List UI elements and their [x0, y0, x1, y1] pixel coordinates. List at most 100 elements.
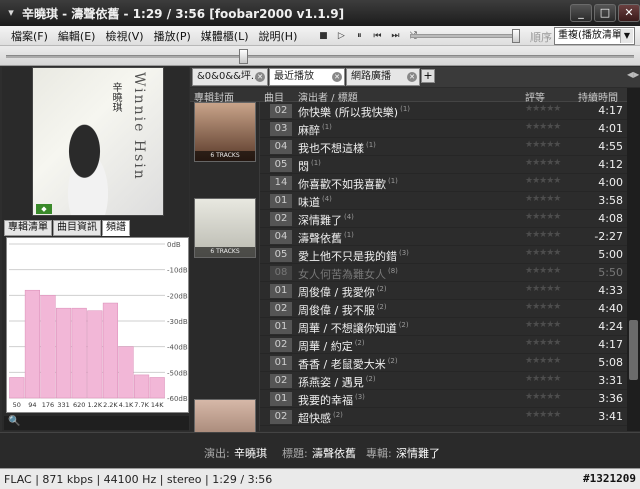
playlist-row[interactable]: 02 周華 / 約定 (2) ★★★★★ 4:17: [260, 336, 627, 354]
rating-stars[interactable]: ★★★★★: [525, 248, 561, 258]
menu-help[interactable]: 說明(H): [254, 28, 303, 44]
playback-order-dropdown[interactable]: 重複(播放清單) ▼: [554, 27, 635, 45]
rating-stars[interactable]: ★★★★★: [525, 230, 561, 240]
rating-stars[interactable]: ★★★★★: [525, 104, 561, 114]
playlist-row[interactable]: 14 你喜歡不如我喜歡 (1) ★★★★★ 4:00: [260, 174, 627, 192]
playlist-row[interactable]: 02 周俊偉 / 我不服 (2) ★★★★★ 4:40: [260, 300, 627, 318]
stop-icon[interactable]: ■: [316, 29, 330, 43]
y-tick-label: 0dB: [167, 241, 181, 249]
tab-playlist-1[interactable]: &0&0&&坪... ✕: [192, 68, 268, 86]
menu-file[interactable]: 檔案(F): [6, 28, 53, 44]
close-tab-icon[interactable]: ✕: [332, 72, 342, 82]
album-art-column: 6 TRACKS 6 TRACKS: [190, 102, 260, 459]
tab-track-info[interactable]: 曲目資訊: [53, 220, 101, 236]
rating-stars[interactable]: ★★★★★: [525, 194, 561, 204]
playlist-row[interactable]: 02 深情難了 (4) ★★★★★ 4:08: [260, 210, 627, 228]
pause-icon[interactable]: ⏸: [352, 29, 366, 43]
playlist-row[interactable]: 01 周俊偉 / 我愛你 (2) ★★★★★ 4:33: [260, 282, 627, 300]
playlist-row[interactable]: 04 我也不想這樣 (1) ★★★★★ 4:55: [260, 138, 627, 156]
playlist-row[interactable]: 05 悶 (1) ★★★★★ 4:12: [260, 156, 627, 174]
rating-stars[interactable]: ★★★★★: [525, 392, 561, 402]
track-number: 01: [270, 392, 292, 406]
vertical-scrollbar[interactable]: [627, 88, 640, 431]
track-title-text: 周華 / 不想讓你知道: [298, 322, 397, 335]
close-tab-icon[interactable]: ✕: [407, 72, 417, 82]
x-tick-label: 2.2K: [103, 401, 118, 409]
rating-stars[interactable]: ★★★★★: [525, 122, 561, 132]
maximize-button[interactable]: □: [594, 4, 616, 22]
close-button[interactable]: ✕: [618, 4, 640, 22]
scrollbar-thumb[interactable]: [629, 320, 638, 380]
window-title: 辛曉琪 - 濤聲依舊 - 1:29 / 3:56 [foobar2000 v1.…: [22, 6, 345, 21]
seekbar-knob[interactable]: [239, 49, 248, 64]
y-tick-label: -40dB: [167, 344, 188, 352]
next-icon[interactable]: ⏭: [388, 29, 402, 43]
playlist-row[interactable]: 05 愛上他不只是我的錯 (3) ★★★★★ 5:00: [260, 246, 627, 264]
add-playlist-button[interactable]: +: [421, 69, 435, 83]
rating-stars[interactable]: ★★★★★: [525, 320, 561, 330]
rating-stars[interactable]: ★★★★★: [525, 266, 561, 276]
minimize-button[interactable]: _: [570, 4, 592, 22]
spectrum-chart: 0dB -10dB -20dB -30dB -40dB -50dB -60dB 50 94 176…: [6, 237, 189, 413]
rating-stars[interactable]: ★★★★★: [525, 284, 561, 294]
menu-edit[interactable]: 編輯(E): [53, 28, 101, 44]
rating-stars[interactable]: ★★★★★: [525, 212, 561, 222]
playlist-row[interactable]: 01 香香 / 老鼠愛大米 (2) ★★★★★ 5:08: [260, 354, 627, 372]
track-title: 女人何苦為難女人 (8): [298, 266, 398, 282]
track-title: 味道 (4): [298, 194, 332, 210]
previous-icon[interactable]: ⏮: [370, 29, 384, 43]
app-menu-icon[interactable]: ▾: [4, 6, 18, 20]
spectrum-bar: [71, 307, 87, 399]
rating-stars[interactable]: ★★★★★: [525, 302, 561, 312]
rating-stars[interactable]: ★★★★★: [525, 176, 561, 186]
track-title-text: 周華 / 約定: [298, 340, 353, 353]
menu-playback[interactable]: 播放(P): [149, 28, 196, 44]
tab-recently-played[interactable]: 最近播放 ✕: [269, 68, 345, 86]
volume-slider[interactable]: [410, 34, 518, 38]
seekbar[interactable]: [6, 55, 634, 58]
track-title: 你喜歡不如我喜歡 (1): [298, 176, 398, 192]
playlist-row[interactable]: 02 孫燕姿 / 遇見 (2) ★★★★★ 3:31: [260, 372, 627, 390]
playlist-row[interactable]: 01 周華 / 不想讓你知道 (2) ★★★★★ 4:24: [260, 318, 627, 336]
rating-stars[interactable]: ★★★★★: [525, 374, 561, 384]
close-tab-icon[interactable]: ✕: [255, 72, 265, 82]
search-strip[interactable]: 🔍: [4, 416, 189, 430]
playlist-row[interactable]: 03 麻醉 (1) ★★★★★ 4:01: [260, 120, 627, 138]
menu-view[interactable]: 檢視(V): [100, 28, 148, 44]
tab-album-list[interactable]: 專輯清單: [4, 220, 52, 236]
track-title: 周華 / 不想讓你知道 (2): [298, 320, 409, 336]
rating-stars[interactable]: ★★★★★: [525, 410, 561, 420]
rating-stars[interactable]: ★★★★★: [525, 158, 561, 168]
album-art-thumb[interactable]: 6 TRACKS: [194, 102, 256, 162]
volume-knob[interactable]: [512, 29, 520, 43]
magnifier-icon[interactable]: 🔍: [8, 416, 20, 427]
playlist-row[interactable]: 02 超快感 (2) ★★★★★ 3:41: [260, 408, 627, 426]
track-number: 03: [270, 122, 292, 136]
playlist-row[interactable]: 01 味道 (4) ★★★★★ 3:58: [260, 192, 627, 210]
tab-scroll-icon[interactable]: ◀▶: [627, 70, 639, 79]
playlist-row[interactable]: 08 女人何苦為難女人 (8) ★★★★★ 5:50: [260, 264, 627, 282]
spectrum-bar: [118, 346, 134, 399]
track-number: 04: [270, 140, 292, 154]
title-bar[interactable]: ▾ 辛曉琪 - 濤聲依舊 - 1:29 / 3:56 [foobar2000 v…: [0, 0, 640, 26]
rating-stars[interactable]: ★★★★★: [525, 356, 561, 366]
playlist-row[interactable]: 04 濤聲依舊 (1) ★★★★★ -2:27: [260, 228, 627, 246]
track-number: 05: [270, 158, 292, 172]
playlist-row[interactable]: 01 我要的幸福 (3) ★★★★★ 3:36: [260, 390, 627, 408]
playlist-row[interactable]: 02 你快樂 (所以我快樂) (1) ★★★★★ 4:17: [260, 102, 627, 120]
y-tick-label: -30dB: [167, 318, 188, 326]
tab-spectrum[interactable]: 頻譜: [102, 220, 130, 236]
x-tick-label: 4.1K: [119, 401, 134, 409]
track-title: 悶 (1): [298, 158, 321, 174]
rating-stars[interactable]: ★★★★★: [525, 338, 561, 348]
spectrum-bar: [149, 377, 165, 399]
track-number: 02: [270, 374, 292, 388]
playback-order-value: 重複(播放清單): [558, 30, 626, 41]
play-icon[interactable]: ▷: [334, 29, 348, 43]
play-count: (1): [366, 141, 376, 150]
menu-library[interactable]: 媒體櫃(L): [196, 28, 254, 44]
album-art-thumb[interactable]: 6 TRACKS: [194, 198, 256, 258]
tab-internet-radio[interactable]: 網路廣播 ✕: [346, 68, 420, 86]
x-tick-label: 176: [42, 401, 54, 409]
rating-stars[interactable]: ★★★★★: [525, 140, 561, 150]
